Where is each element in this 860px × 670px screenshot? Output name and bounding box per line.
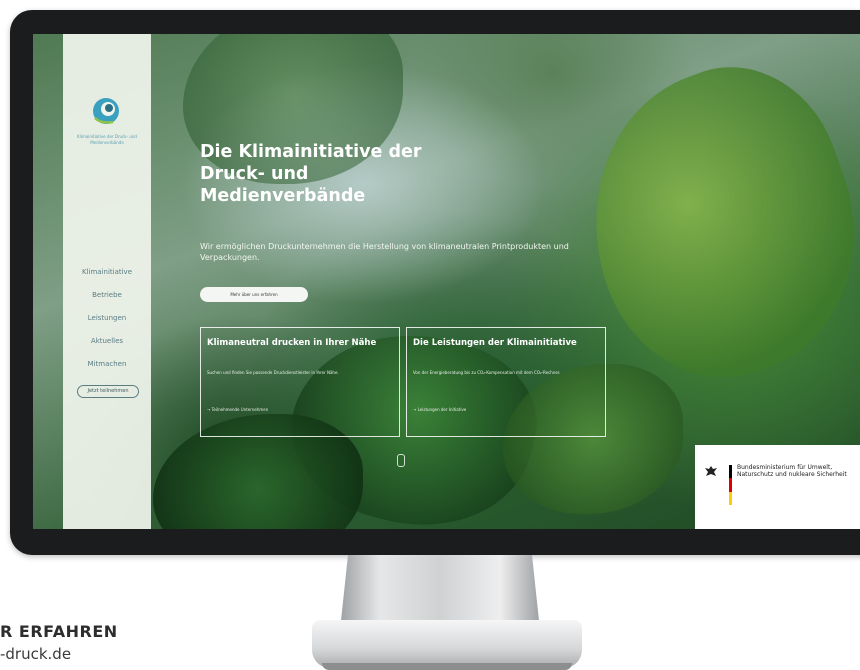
scroll-indicator-icon[interactable] [397,454,405,467]
card-text: Suchen und finden Sie passende Druckdien… [207,370,339,375]
join-button[interactable]: Jetzt teilnehmen [77,385,139,398]
nav-item-leistungen[interactable]: Leistungen [63,312,151,335]
hero-subtitle: Wir ermöglichen Druckunternehmen die Her… [200,242,569,262]
card-link-label: Teilnehmende Unternehmen [211,407,269,412]
monitor-stand-neck [340,555,540,630]
card-link-label: Leistungen der Initiative [417,407,467,412]
ministry-name: Bundesministerium für Umwelt, Naturschut… [737,464,847,478]
card-link[interactable]: → Leistungen der Initiative [413,407,593,413]
card-title: Die Leistungen der Klimainitiative [413,338,577,348]
card-title: Klimaneutral drucken in Ihrer Nähe [207,338,377,348]
nav-item-mitmachen[interactable]: Mitmachen [63,358,151,381]
card-link[interactable]: → Teilnehmende Unternehmen [207,407,387,413]
card-text: Von der Energieberatung bis zu CO₂-Kompe… [413,370,561,375]
logo-text: Klimainitiative der Druck- und Medienver… [77,134,137,145]
federal-eagle-icon [705,466,717,476]
monitor-stand-edge [322,663,572,670]
card-services[interactable]: Die Leistungen der Klimainitiative Von d… [406,327,606,437]
nav-item-klimainitiative[interactable]: Klimainitiative [63,266,151,289]
main-nav: Klimainitiative Betriebe Leistungen Aktu… [63,266,151,381]
card-print-nearby[interactable]: Klimaneutral drucken in Ihrer Nähe Suche… [200,327,400,437]
cta-url[interactable]: -druck.de [0,645,71,663]
learn-more-button[interactable]: Mehr über uns erfahren [200,287,308,302]
monitor-stand-base [312,620,582,668]
ministry-logo[interactable]: Bundesministerium für Umwelt, Naturschut… [695,445,860,529]
monitor-frame: Klimainitiative der Druck- und Medienver… [10,10,860,555]
sidebar: Klimainitiative der Druck- und Medienver… [63,34,151,529]
hero-title: Die Klimainitiative der Druck- und Medie… [200,142,422,206]
globe-leaf-icon[interactable] [91,96,121,126]
german-flag-icon [729,465,732,505]
website-screen: Klimainitiative der Druck- und Medienver… [33,34,860,529]
nav-item-betriebe[interactable]: Betriebe [63,289,151,312]
nav-item-aktuelles[interactable]: Aktuelles [63,335,151,358]
cta-title: R ERFAHREN [0,622,118,641]
